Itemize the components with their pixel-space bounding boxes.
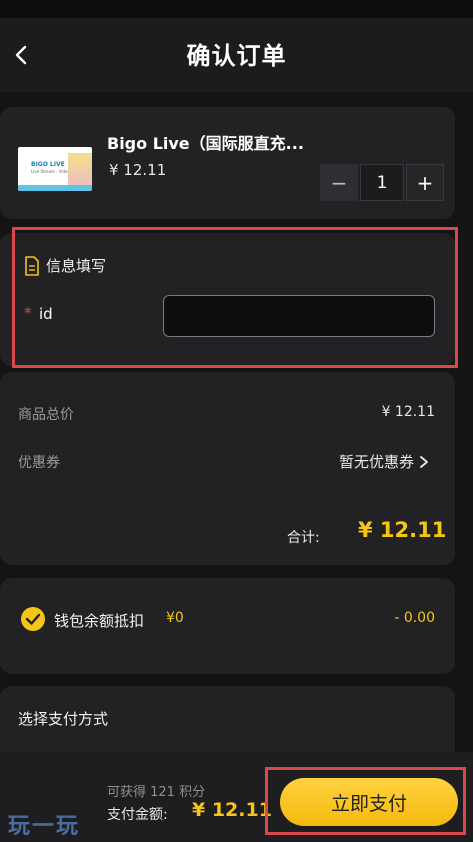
header: 确认订单 [0,18,473,92]
decrease-quantity-button[interactable]: − [320,164,358,201]
wallet-balance: ¥0 [166,610,184,626]
total-label: 合计: [287,530,320,546]
id-input[interactable] [163,295,435,337]
product-price: ¥ 12.11 [109,161,167,179]
watermark: 玩一玩 [8,814,81,839]
total-value: ¥ 12.11 [358,518,447,542]
coupon-label: 优惠券 [18,455,60,471]
required-mark: * [24,304,32,322]
chevron-right-icon [420,455,428,468]
pay-now-button[interactable]: 立即支付 [280,778,458,826]
pay-amount-label: 支付金额: [107,807,168,823]
increase-quantity-button[interactable]: + [406,164,444,201]
coupon-selector[interactable]: 暂无优惠券 [339,451,430,472]
points-earned: 可获得 121 积分 [107,785,206,800]
wallet-deduction-label: 钱包余额抵扣 [54,612,145,630]
checkmark-circle-icon[interactable] [20,606,46,632]
quantity-value[interactable]: 1 [360,164,404,201]
goods-total-value: ¥ 12.11 [381,404,435,420]
info-section-title: 信息填写 [46,257,107,275]
page-title: 确认订单 [186,42,287,70]
product-thumbnail: BIGO LIVE Live Stream · Video Chat [18,147,92,191]
id-field-label: id [39,305,53,323]
product-card: BIGO LIVE Live Stream · Video Chat [0,107,455,219]
goods-total-label: 商品总价 [18,407,74,423]
coupon-value: 暂无优惠券 [339,453,415,471]
quantity-stepper: − 1 + [320,164,444,201]
thumbnail-logo: BIGO LIVE [31,161,65,168]
info-section-header: 信息填写 [24,255,106,276]
product-name: Bigo Live（国际服直充... [107,134,304,153]
document-icon [25,255,39,276]
wallet-deduction-amount: - 0.00 [394,610,435,626]
pay-amount-value: ¥ 12.11 [192,799,272,821]
payment-method-title: 选择支付方式 [18,710,109,728]
status-strip [0,0,473,18]
